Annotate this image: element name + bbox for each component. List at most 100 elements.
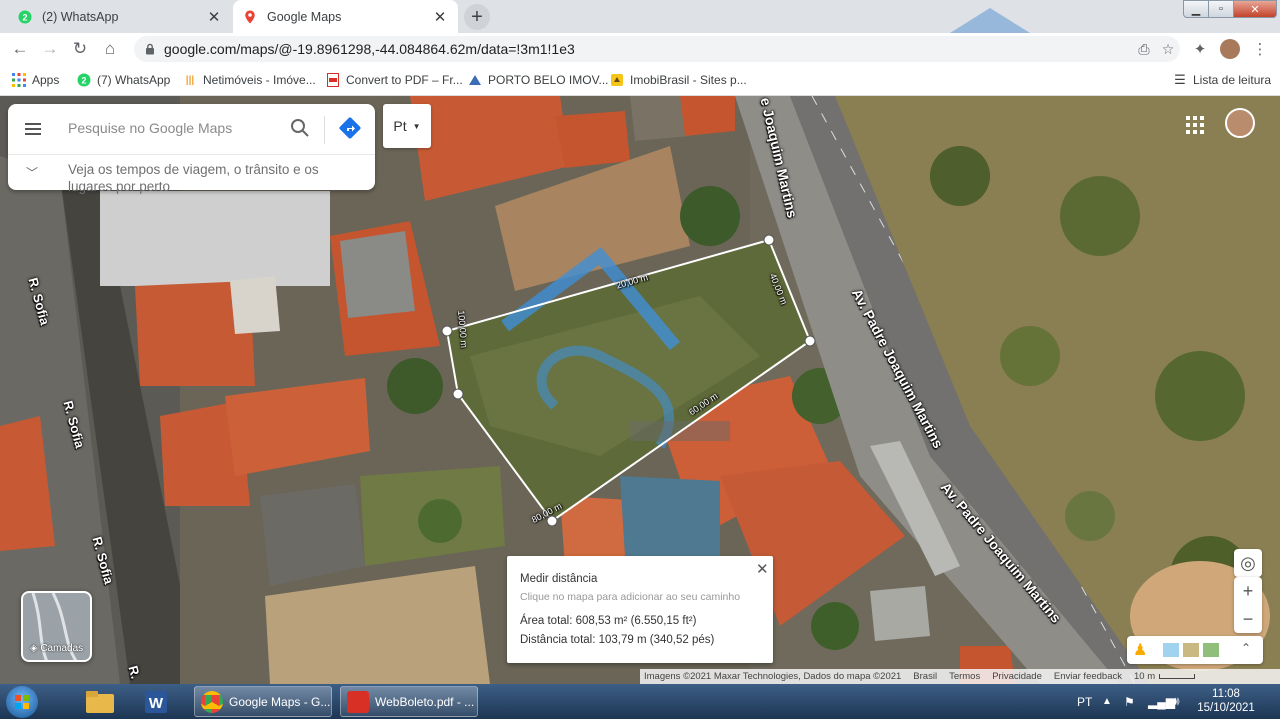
measure-title: Medir distância xyxy=(520,573,598,585)
google-apps-icon[interactable] xyxy=(1186,116,1204,134)
windows-logo-icon xyxy=(15,695,29,709)
layers-stack-icon: ◈ xyxy=(29,643,41,654)
whatsapp-icon: 2 xyxy=(77,73,91,87)
scale-label[interactable]: 10 m xyxy=(1134,671,1155,682)
zoom-in-button[interactable]: + xyxy=(1234,577,1262,605)
bookmark-label: ImobiBrasil - Sites p... xyxy=(630,73,747,87)
zoom-out-button[interactable]: − xyxy=(1234,605,1262,633)
expand-icon[interactable]: ⌃ xyxy=(1241,641,1251,655)
imobibrasil-icon xyxy=(610,73,624,87)
map-type-strip: ♟ ⌃ xyxy=(1127,636,1263,664)
directions-icon[interactable] xyxy=(338,116,362,140)
bookmark-porto-belo[interactable]: PORTO BELO IMOV... xyxy=(468,72,609,88)
imagery-credit: Imagens ©2021 Maxar Technologies, Dados … xyxy=(644,671,902,682)
new-tab-button[interactable]: + xyxy=(464,4,490,30)
svg-text:2: 2 xyxy=(81,76,86,86)
url-text: google.com/maps/@-19.8961298,-44.084864.… xyxy=(164,41,575,57)
profile-avatar[interactable] xyxy=(1218,37,1242,61)
chevron-down-icon[interactable]: ﹀ xyxy=(26,164,40,180)
privacy-link[interactable]: Privacidade xyxy=(992,671,1042,682)
maps-search-panel: Pesquise no Google Maps ﹀ Veja os tempos… xyxy=(8,104,375,194)
forward-button[interactable]: → xyxy=(38,37,62,61)
reading-list-label: Lista de leitura xyxy=(1193,73,1272,87)
desktop-watermark-shape xyxy=(950,8,1030,33)
chrome-icon xyxy=(201,690,223,713)
account-avatar[interactable] xyxy=(1225,108,1255,138)
install-app-icon[interactable]: ⎙ xyxy=(1132,37,1156,61)
language-dropdown[interactable]: Pt ▼ xyxy=(383,104,431,148)
zoom-controls: + − xyxy=(1234,577,1262,633)
action-center-flag-icon[interactable]: ⚑ xyxy=(1124,684,1135,719)
clock-date: 15/10/2021 xyxy=(1197,702,1255,714)
address-bar[interactable]: google.com/maps/@-19.8961298,-44.084864.… xyxy=(134,36,1180,62)
extensions-puzzle-icon[interactable]: ✦ xyxy=(1188,37,1212,61)
tab-strip: 2 (2) WhatsApp ✕ Google Maps ✕ + ▁ ▫ ✕ xyxy=(0,0,1280,33)
reload-button[interactable]: ↻ xyxy=(68,37,92,61)
globe-type-thumb[interactable] xyxy=(1203,643,1219,657)
maximize-button[interactable]: ▫ xyxy=(1208,0,1234,18)
terms-link[interactable]: Termos xyxy=(949,671,980,682)
file-explorer-button[interactable] xyxy=(78,686,122,717)
search-divider xyxy=(324,116,325,144)
word-button[interactable]: W xyxy=(134,686,178,717)
system-clock[interactable]: 11:08 15/10/2021 xyxy=(1196,687,1256,715)
tab-google-maps[interactable]: Google Maps ✕ xyxy=(233,0,458,33)
terrain-type-thumb[interactable] xyxy=(1183,643,1199,657)
bookmark-apps[interactable]: Apps xyxy=(12,72,59,88)
scale-bar xyxy=(1159,674,1196,679)
my-location-icon: ◎ xyxy=(1240,552,1256,573)
dropdown-arrow-icon: ▼ xyxy=(412,121,421,131)
taskbar-webboleto[interactable]: WebBoleto.pdf - ... xyxy=(340,686,478,717)
satellite-map[interactable]: 20,00 m 40,00 m 60,00 m 80,00 m 100,00 m… xyxy=(0,96,1280,684)
lock-icon xyxy=(146,43,154,55)
close-icon[interactable]: ✕ xyxy=(756,560,769,578)
browser-menu-icon[interactable]: ⋮ xyxy=(1248,37,1272,61)
task-label: WebBoleto.pdf - ... xyxy=(375,694,475,709)
bookmark-convert-pdf[interactable]: Convert to PDF – Fr... xyxy=(326,72,463,88)
bookmark-label: PORTO BELO IMOV... xyxy=(488,73,609,87)
map-type-thumb[interactable] xyxy=(1163,643,1179,657)
bookmark-star-icon[interactable]: ☆ xyxy=(1156,37,1180,61)
bookmark-label: Netimóveis - Imóve... xyxy=(203,73,316,87)
map-attribution-bar: Imagens ©2021 Maxar Technologies, Dados … xyxy=(640,669,1280,684)
language-indicator[interactable]: PT xyxy=(1077,684,1092,719)
search-input[interactable]: Pesquise no Google Maps xyxy=(68,120,232,136)
taskbar-google-maps[interactable]: Google Maps - G... xyxy=(194,686,332,717)
show-hidden-icons[interactable]: ▲ xyxy=(1102,684,1112,719)
home-button[interactable]: ⌂ xyxy=(98,37,122,61)
menu-icon[interactable] xyxy=(22,118,44,140)
feedback-link[interactable]: Enviar feedback xyxy=(1054,671,1122,682)
bookmark-label: (7) WhatsApp xyxy=(97,73,171,87)
bookmark-imobibrasil[interactable]: ImobiBrasil - Sites p... xyxy=(610,72,747,88)
layers-button[interactable]: ◈ Camadas xyxy=(21,591,92,662)
reading-list-button[interactable]: ☰ Lista de leitura xyxy=(1173,72,1271,88)
svg-text:2: 2 xyxy=(22,12,27,22)
word-icon: W xyxy=(145,690,167,713)
clock-time: 11:08 xyxy=(1212,688,1240,700)
svg-text:W: W xyxy=(149,695,164,712)
bookmark-whatsapp[interactable]: 2 (7) WhatsApp xyxy=(77,72,170,88)
region-link[interactable]: Brasil xyxy=(913,671,937,682)
close-tab-icon[interactable]: ✕ xyxy=(206,9,222,26)
bookmarks-bar: Apps 2 (7) WhatsApp ||| Netimóveis - Imó… xyxy=(0,65,1280,96)
google-maps-icon xyxy=(245,10,255,23)
bookmark-netimoveis[interactable]: ||| Netimóveis - Imóve... xyxy=(183,72,316,88)
pegman-icon[interactable]: ♟ xyxy=(1133,640,1147,660)
browser-toolbar: ← → ↻ ⌂ google.com/maps/@-19.8961298,-44… xyxy=(0,33,1280,65)
whatsapp-icon: 2 xyxy=(18,10,32,23)
apps-grid-icon xyxy=(12,73,26,87)
my-location-button[interactable]: ◎ xyxy=(1234,549,1262,577)
bookmark-label: Apps xyxy=(32,73,60,87)
reading-list-icon: ☰ xyxy=(1174,72,1186,87)
volume-icon[interactable]: 🔊︎ xyxy=(1172,684,1180,719)
back-button[interactable]: ← xyxy=(8,37,32,61)
search-icon[interactable] xyxy=(290,118,310,138)
layers-label: Camadas xyxy=(40,643,84,654)
tab-whatsapp[interactable]: 2 (2) WhatsApp ✕ xyxy=(8,0,232,33)
close-window-button[interactable]: ✕ xyxy=(1233,0,1277,18)
close-tab-icon[interactable]: ✕ xyxy=(432,9,448,26)
start-button[interactable] xyxy=(6,686,38,718)
travel-time-hint[interactable]: Veja os tempos de viagem, o trânsito e o… xyxy=(68,161,358,195)
minimize-button[interactable]: ▁ xyxy=(1183,0,1209,18)
network-signal-icon[interactable]: ▂▄▆ xyxy=(1148,684,1175,719)
